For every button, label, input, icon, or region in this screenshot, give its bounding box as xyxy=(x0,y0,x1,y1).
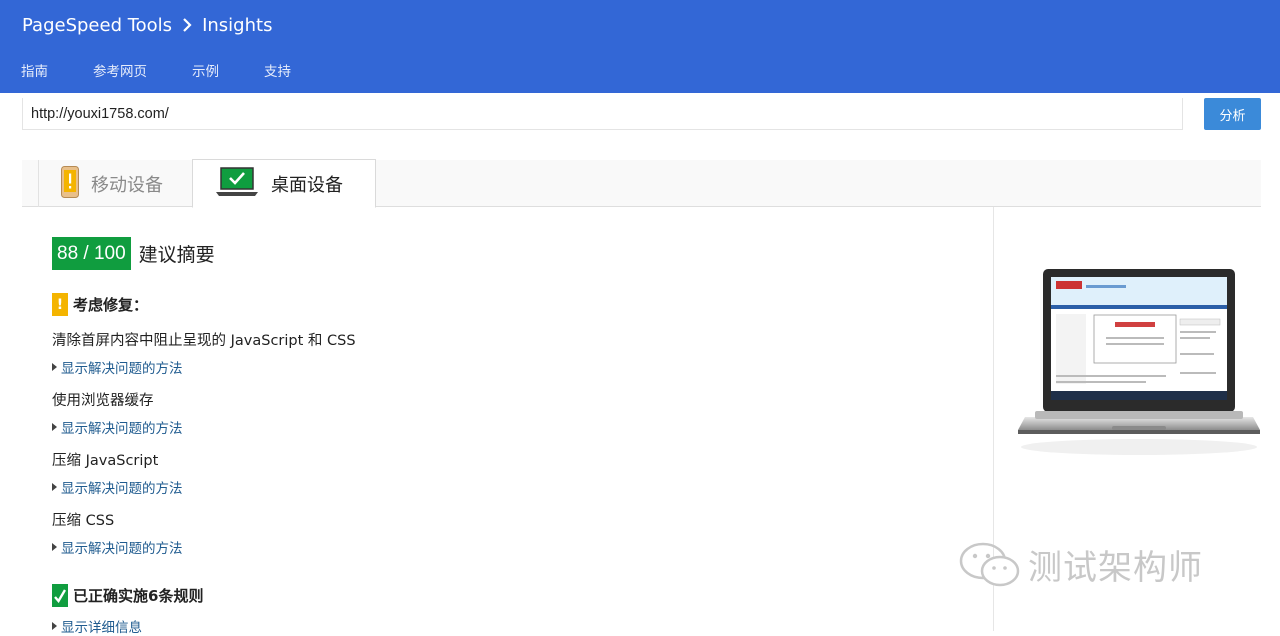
warning-icon: ! xyxy=(52,293,68,316)
rule-item: 压缩 JavaScript 显示解决问题的方法 xyxy=(52,449,183,497)
tab-desktop[interactable]: 桌面设备 xyxy=(192,159,376,208)
rule-title: 压缩 CSS xyxy=(52,513,115,529)
page-title: Insights xyxy=(202,14,273,36)
show-fix-link-label: 显示解决问题的方法 xyxy=(61,481,183,497)
tab-mobile-label: 移动设备 xyxy=(91,174,163,196)
nav-item-reference[interactable]: 参考网页 xyxy=(93,60,147,80)
analyze-button[interactable]: 分析 xyxy=(1204,98,1261,130)
watermark-text: 测试架构师 xyxy=(1028,548,1203,588)
show-fix-link-label: 显示解决问题的方法 xyxy=(61,541,183,557)
expand-triangle-icon xyxy=(52,622,57,630)
show-details-link[interactable]: 显示详细信息 xyxy=(52,616,142,636)
top-header: PageSpeed Tools Insights 指南 参考网页 示例 支持 xyxy=(0,0,1280,93)
expand-triangle-icon xyxy=(52,543,57,551)
tab-desktop-label: 桌面设备 xyxy=(271,174,343,196)
rule-title: 使用浏览器缓存 xyxy=(52,393,154,409)
nav-item-samples[interactable]: 示例 xyxy=(192,60,219,80)
breadcrumb: PageSpeed Tools Insights xyxy=(22,12,272,38)
show-details-link-label: 显示详细信息 xyxy=(61,620,142,636)
watermark: 测试架构师 xyxy=(958,540,1203,589)
rule-title: 压缩 JavaScript xyxy=(52,453,159,469)
show-fix-link[interactable]: 显示解决问题的方法 xyxy=(52,537,183,557)
nav-item-guide[interactable]: 指南 xyxy=(21,60,48,80)
nav-item-support[interactable]: 支持 xyxy=(264,60,291,80)
consider-fixing-title: 考虑修复： xyxy=(73,296,149,314)
show-fix-link[interactable]: 显示解决问题的方法 xyxy=(52,357,356,377)
wechat-logo-icon xyxy=(959,542,1020,586)
laptop-preview-image xyxy=(1018,269,1260,455)
consider-fixing-header: ! 考虑修复： xyxy=(52,293,148,316)
header-nav: 指南 参考网页 示例 支持 xyxy=(21,60,336,80)
url-input[interactable] xyxy=(23,98,1182,129)
show-fix-link-label: 显示解决问题的方法 xyxy=(61,421,183,437)
url-field-wrapper xyxy=(22,98,1183,130)
passed-details: 显示详细信息 xyxy=(52,610,142,636)
expand-triangle-icon xyxy=(52,483,57,491)
tab-mobile[interactable]: 移动设备 xyxy=(38,160,192,207)
rule-item: 压缩 CSS 显示解决问题的方法 xyxy=(52,509,183,557)
check-icon xyxy=(52,584,68,607)
summary-title: 建议摘要 xyxy=(138,244,215,266)
summary-row: 88 / 100 建议摘要 xyxy=(52,237,215,270)
passed-rules-title: 已正确实施6条规则 xyxy=(73,587,204,605)
score-badge: 88 / 100 xyxy=(52,237,131,270)
desktop-check-icon xyxy=(215,166,259,201)
show-fix-link[interactable]: 显示解决问题的方法 xyxy=(52,417,183,437)
expand-triangle-icon xyxy=(52,423,57,431)
show-fix-link-label: 显示解决问题的方法 xyxy=(61,361,183,377)
mobile-warning-icon xyxy=(61,165,79,202)
rule-item: 使用浏览器缓存 显示解决问题的方法 xyxy=(52,389,183,437)
product-name-link[interactable]: PageSpeed Tools xyxy=(22,15,172,36)
device-tabs: 移动设备 桌面设备 xyxy=(22,159,1261,208)
rule-title: 清除首屏内容中阻止呈现的 JavaScript 和 CSS xyxy=(52,333,356,349)
show-fix-link[interactable]: 显示解决问题的方法 xyxy=(52,477,183,497)
chevron-right-icon xyxy=(182,18,192,32)
passed-rules-header: 已正确实施6条规则 xyxy=(52,584,203,607)
rule-item: 清除首屏内容中阻止呈现的 JavaScript 和 CSS 显示解决问题的方法 xyxy=(52,329,356,377)
expand-triangle-icon xyxy=(52,363,57,371)
